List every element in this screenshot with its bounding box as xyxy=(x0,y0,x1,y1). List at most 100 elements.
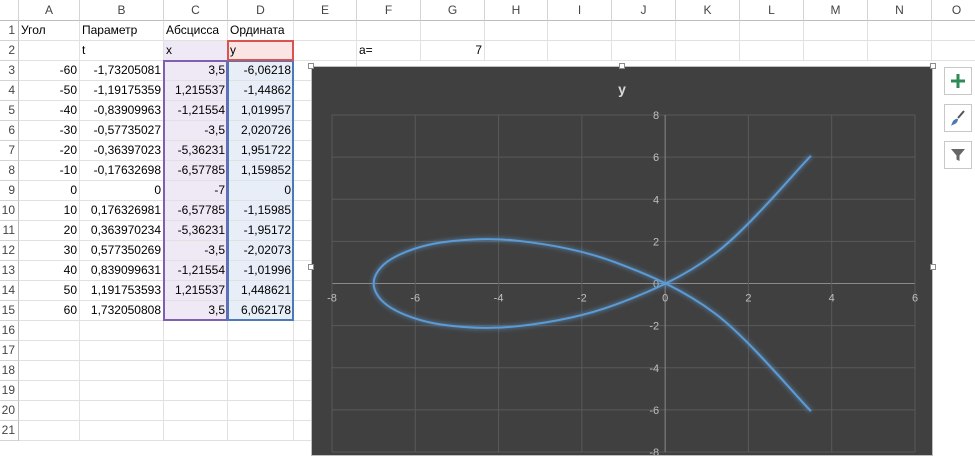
grid-cell[interactable] xyxy=(740,21,804,41)
row-header-18[interactable]: 18 xyxy=(0,361,19,381)
grid-cell[interactable] xyxy=(612,41,676,61)
grid-cell[interactable] xyxy=(80,381,164,401)
cell-d6[interactable]: 2,020726 xyxy=(228,121,294,141)
cell-a15[interactable]: 60 xyxy=(19,301,80,321)
cell-b8[interactable]: -0,17632698 xyxy=(80,161,164,181)
cell-c11[interactable]: -5,36231 xyxy=(164,221,228,241)
grid-cell[interactable] xyxy=(932,21,975,41)
cell-d3[interactable]: -6,06218 xyxy=(228,61,294,81)
cell-b14[interactable]: 1,191753593 xyxy=(80,281,164,301)
chart-area[interactable]: y 8 6 4 2 0 -2 -4 -6 -8 -8 -6 -4 -2 0 2 4 6 xyxy=(311,66,933,456)
grid-cell[interactable] xyxy=(294,21,357,41)
row-header-6[interactable]: 6 xyxy=(0,121,19,141)
chart-handle-right[interactable] xyxy=(930,264,936,270)
column-header-m[interactable]: M xyxy=(804,0,868,21)
grid-cell[interactable] xyxy=(548,41,612,61)
column-header-c[interactable]: C xyxy=(164,0,228,21)
row-header-7[interactable]: 7 xyxy=(0,141,19,161)
cell-b3[interactable]: -1,73205081 xyxy=(80,61,164,81)
grid-cell[interactable] xyxy=(612,21,676,41)
grid-cell[interactable] xyxy=(740,41,804,61)
grid-cell[interactable] xyxy=(80,361,164,381)
column-header-i[interactable]: I xyxy=(548,0,612,21)
grid-cell[interactable] xyxy=(80,321,164,341)
column-header-h[interactable]: H xyxy=(485,0,548,21)
grid-cell[interactable] xyxy=(80,421,164,441)
grid-cell[interactable] xyxy=(228,321,294,341)
grid-cell[interactable] xyxy=(228,401,294,421)
row-header-14[interactable]: 14 xyxy=(0,281,19,301)
cell-g2[interactable]: 7 xyxy=(421,41,485,61)
grid-cell[interactable] xyxy=(164,361,228,381)
column-header-e[interactable]: E xyxy=(294,0,357,21)
grid-cell[interactable] xyxy=(548,21,612,41)
cell-a5[interactable]: -40 xyxy=(19,101,80,121)
row-header-15[interactable]: 15 xyxy=(0,301,19,321)
cell-a10[interactable]: 10 xyxy=(19,201,80,221)
cell-c3[interactable]: 3,5 xyxy=(164,61,228,81)
chart-filters-button[interactable] xyxy=(944,141,972,169)
chart-handle-top[interactable] xyxy=(619,63,625,69)
grid-cell[interactable] xyxy=(164,341,228,361)
grid-cell[interactable] xyxy=(485,41,548,61)
cell-c15[interactable]: 3,5 xyxy=(164,301,228,321)
row-header-8[interactable]: 8 xyxy=(0,161,19,181)
cell-a13[interactable]: 40 xyxy=(19,261,80,281)
cell-a6[interactable]: -30 xyxy=(19,121,80,141)
grid-cell[interactable] xyxy=(164,401,228,421)
row-header-1[interactable]: 1 xyxy=(0,21,19,41)
cell-c13[interactable]: -1,21554 xyxy=(164,261,228,281)
row-header-21[interactable]: 21 xyxy=(0,421,19,441)
cell-a14[interactable]: 50 xyxy=(19,281,80,301)
grid-cell[interactable] xyxy=(932,41,975,61)
cell-c14[interactable]: 1,215537 xyxy=(164,281,228,301)
column-header-k[interactable]: K xyxy=(676,0,740,21)
chart-handle-top-left[interactable] xyxy=(308,63,314,69)
grid-cell[interactable] xyxy=(868,41,932,61)
cell-b15[interactable]: 1,732050808 xyxy=(80,301,164,321)
cell-c8[interactable]: -6,57785 xyxy=(164,161,228,181)
select-all-corner[interactable] xyxy=(0,0,19,21)
grid-cell[interactable] xyxy=(804,41,868,61)
cell-b12[interactable]: 0,577350269 xyxy=(80,241,164,261)
cell-b2[interactable]: t xyxy=(80,41,164,61)
column-header-f[interactable]: F xyxy=(357,0,421,21)
grid-cell[interactable] xyxy=(19,41,80,61)
cell-f2[interactable]: a= xyxy=(357,41,421,61)
row-header-4[interactable]: 4 xyxy=(0,81,19,101)
chart-elements-button[interactable] xyxy=(944,67,972,95)
grid-cell[interactable] xyxy=(228,341,294,361)
grid-cell[interactable] xyxy=(80,401,164,421)
chart-styles-button[interactable] xyxy=(944,104,972,132)
cell-b1[interactable]: Параметр xyxy=(80,21,164,41)
cell-c2[interactable]: x xyxy=(164,41,228,61)
chart-plot[interactable]: 86420-2-4-6-8-8 -6 -4 -2 0 2 4 6 xyxy=(312,67,932,455)
cell-d9[interactable]: 0 xyxy=(228,181,294,201)
cell-a9[interactable]: 0 xyxy=(19,181,80,201)
cell-c9[interactable]: -7 xyxy=(164,181,228,201)
cell-b11[interactable]: 0,363970234 xyxy=(80,221,164,241)
cell-b4[interactable]: -1,19175359 xyxy=(80,81,164,101)
chart-handle-left[interactable] xyxy=(308,264,314,270)
cell-b5[interactable]: -0,83909963 xyxy=(80,101,164,121)
cell-c1[interactable]: Абсцисса xyxy=(164,21,228,41)
grid-cell[interactable] xyxy=(19,341,80,361)
row-header-16[interactable]: 16 xyxy=(0,321,19,341)
row-header-5[interactable]: 5 xyxy=(0,101,19,121)
grid-cell[interactable] xyxy=(421,21,485,41)
cell-a4[interactable]: -50 xyxy=(19,81,80,101)
grid-cell[interactable] xyxy=(676,21,740,41)
grid-cell[interactable] xyxy=(804,21,868,41)
grid-cell[interactable] xyxy=(80,341,164,361)
cell-b9[interactable]: 0 xyxy=(80,181,164,201)
grid-cell[interactable] xyxy=(19,361,80,381)
cell-c6[interactable]: -3,5 xyxy=(164,121,228,141)
column-header-j[interactable]: J xyxy=(612,0,676,21)
grid-cell[interactable] xyxy=(19,381,80,401)
cell-d2[interactable]: y xyxy=(228,41,294,61)
row-header-13[interactable]: 13 xyxy=(0,261,19,281)
grid-cell[interactable] xyxy=(228,421,294,441)
cell-c10[interactable]: -6,57785 xyxy=(164,201,228,221)
chart-handle-top-right[interactable] xyxy=(930,63,936,69)
grid-cell[interactable] xyxy=(19,401,80,421)
